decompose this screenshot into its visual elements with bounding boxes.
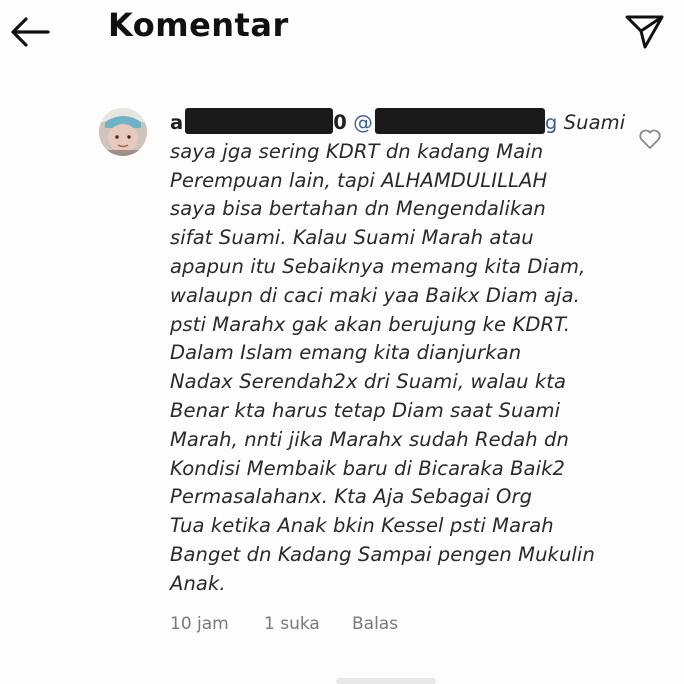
comment-line: Benar kta harus tetap Diam saat Suami [170,398,561,422]
back-button[interactable] [8,12,52,52]
comment-line: psti Marahx gak akan berujung ke KDRT. [170,312,571,336]
header: Komentar [0,0,684,60]
reply-button[interactable]: Balas [352,614,398,634]
comment-time: 10 jam [170,614,229,634]
comment-line: Perempuan lain, tapi ALHAMDULILLAH [170,168,548,192]
paper-plane-icon [625,15,664,49]
comment-username[interactable]: a0 [170,108,347,134]
comment-text-start: Suami [557,111,626,134]
page-title: Komentar [108,6,289,44]
comment-line: Anak. [170,571,226,595]
like-button[interactable] [638,128,662,150]
comment-line: Banget dn Kadang Sampai pengen Mukulin [170,542,595,566]
heart-outline-icon [639,129,661,149]
share-button[interactable] [622,10,666,50]
likes-count[interactable]: 1 suka [264,614,320,634]
mention-link[interactable]: @ g [347,108,557,134]
comment-line: Tua ketika Anak bkin Kessel psti Marah [170,514,554,538]
comment-line: Marah, nnti jika Marahx sudah Redah dn [170,427,569,451]
comment-line: saya bisa bertahan dn Mengendalikan [170,197,546,221]
comment-body: a0 @ g Suami saya jga sering KDRT dn kada… [170,108,625,599]
comment-line: apapun itu Sebaiknya memang kita Diam, [170,254,586,278]
redacted-username [185,108,334,134]
comment-line: Dalam Islam emang kita dianjurkan [170,341,522,365]
comment-line: sifat Suami. Kalau Suami Marah atau [170,226,534,250]
arrow-left-icon [11,17,50,47]
comment-line: saya jga sering KDRT dn kadang Main [170,139,544,163]
partial-next-item [336,678,436,684]
comment-line: Kondisi Membaik baru di Bicaraka Baik2 [170,456,566,480]
baby-avatar-icon [99,108,147,156]
avatar[interactable] [99,108,147,156]
comment-line: Nadax Serendah2x dri Suami, walau kta [170,370,567,394]
comment-line: walaupn di caci maki yaa Baikx Diam aja. [170,283,580,307]
comment-line-1: a0 @ g Suami [170,108,625,138]
comment-line: Permasalahanx. Kta Aja Sebagai Org [170,485,533,509]
redacted-mention [374,108,545,134]
